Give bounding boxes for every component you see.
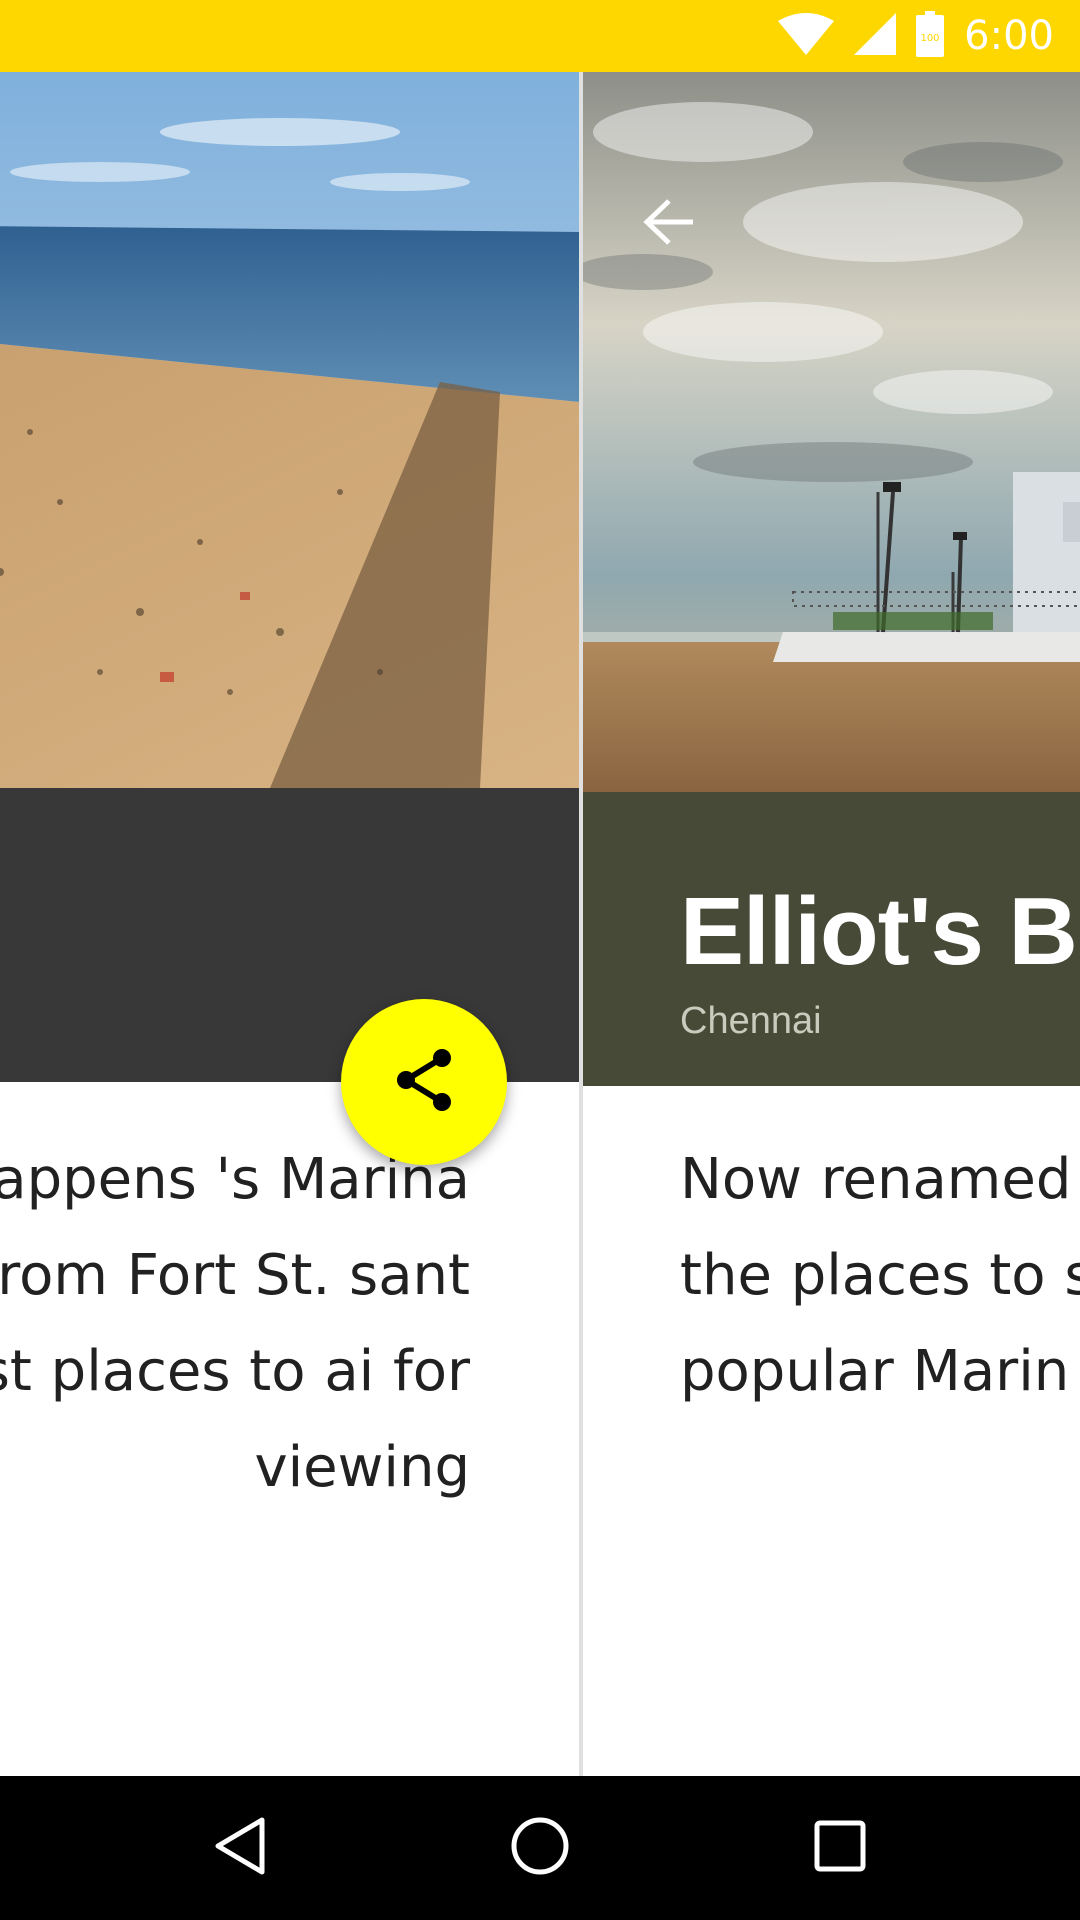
nav-recents-button[interactable] <box>768 1776 912 1920</box>
system-nav-bar <box>0 1776 1080 1920</box>
battery-icon: 100 <box>916 10 945 62</box>
share-icon <box>394 1048 454 1117</box>
aerial-beach-photo <box>0 72 579 788</box>
place-card-elliots[interactable]: Elliot's Bea Chennai Now renamed Nagar B… <box>583 72 1080 1776</box>
nav-back-button[interactable] <box>168 1776 312 1920</box>
place-header-panel: Elliot's Bea Chennai <box>583 792 1080 1086</box>
card-pager[interactable]: ach beach happens 's Marina Beach s from… <box>0 72 1080 1776</box>
status-icons: 100 6:00 <box>778 0 1054 72</box>
wifi-icon <box>778 12 835 60</box>
status-bar: 100 6:00 <box>0 0 1080 72</box>
beach-cloudy-sky-photo <box>583 72 1080 792</box>
place-title: Elliot's Bea <box>680 878 1080 985</box>
back-triangle-icon <box>212 1816 268 1881</box>
clock-time: 6:00 <box>964 13 1054 59</box>
place-description: Now renamed Nagar Beach, the places to s… <box>680 1147 1080 1404</box>
arrow-back-icon <box>643 198 695 251</box>
place-description: beach happens 's Marina Beach s from For… <box>0 1147 470 1500</box>
place-subtitle: Chennai <box>680 1000 822 1042</box>
battery-level-text: 100 <box>921 33 940 44</box>
share-button[interactable] <box>341 999 507 1165</box>
recents-square-icon <box>812 1818 868 1879</box>
cell-signal-icon <box>854 12 897 60</box>
home-circle-icon <box>509 1815 571 1882</box>
place-card-marina[interactable]: ach beach happens 's Marina Beach s from… <box>0 72 579 1776</box>
back-button[interactable] <box>637 192 701 256</box>
nav-home-button[interactable] <box>468 1776 612 1920</box>
